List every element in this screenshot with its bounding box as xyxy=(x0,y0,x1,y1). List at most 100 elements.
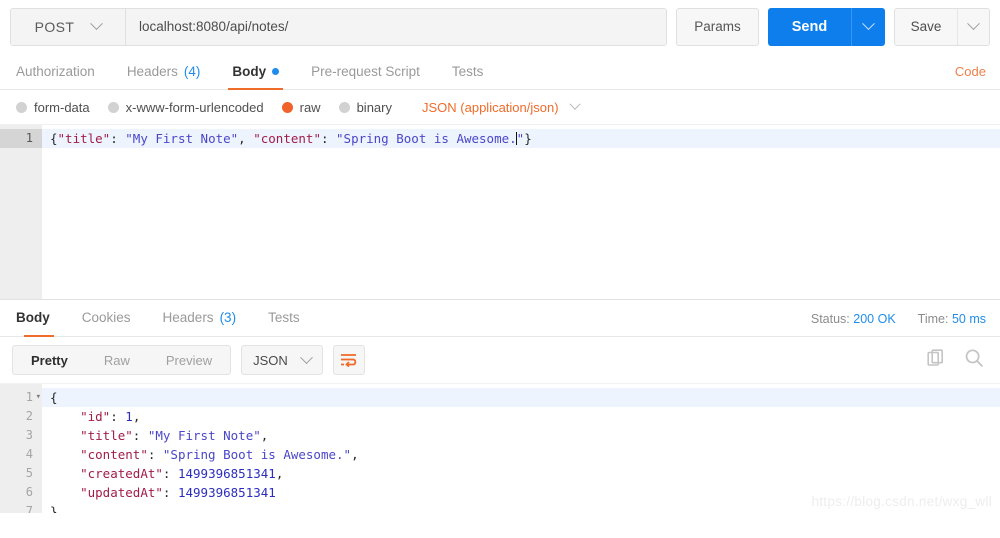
body-type-label: form-data xyxy=(34,99,90,115)
body-type-label: binary xyxy=(356,99,392,115)
request-tabs: Authorization Headers (4) Body Pre-reque… xyxy=(0,54,1000,90)
response-format-select[interactable]: JSON xyxy=(241,345,323,375)
json-number: 1 xyxy=(125,409,133,424)
search-icon[interactable] xyxy=(964,348,984,368)
params-label: Params xyxy=(694,19,741,34)
view-mode-raw[interactable]: Raw xyxy=(86,346,148,374)
body-type-binary[interactable]: binary xyxy=(337,100,404,115)
line-number: 2 xyxy=(25,409,33,423)
method-url-group: POST localhost:8080/api/notes/ xyxy=(10,7,667,46)
tab-label: Tests xyxy=(268,309,300,325)
json-string: "Spring Boot is Awesome." xyxy=(162,447,352,462)
tab-body[interactable]: Body xyxy=(216,53,295,90)
tab-pre-request-script[interactable]: Pre-request Script xyxy=(295,53,436,89)
view-mode-label: Preview xyxy=(165,352,213,368)
json-punct: { xyxy=(50,390,58,405)
content-type-select[interactable]: JSON (application/json) xyxy=(422,98,581,115)
code-link[interactable]: Code xyxy=(955,64,986,79)
url-input[interactable]: localhost:8080/api/notes/ xyxy=(126,8,666,45)
chevron-down-icon xyxy=(568,98,581,110)
json-number: 1499396851341 xyxy=(177,466,276,481)
send-button[interactable]: Send xyxy=(768,7,851,46)
tab-label: Headers xyxy=(162,309,214,325)
json-punct: : xyxy=(162,466,178,481)
code-line[interactable]: "title": "My First Note", xyxy=(42,426,1000,445)
send-options-button[interactable] xyxy=(851,7,885,46)
body-type-raw[interactable]: raw xyxy=(280,100,333,115)
body-type-form-data[interactable]: form-data xyxy=(14,100,102,115)
response-tab-headers[interactable]: Headers (3) xyxy=(147,298,253,336)
tab-label: Authorization xyxy=(16,63,95,79)
response-format-label: JSON xyxy=(253,352,288,368)
response-tab-body[interactable]: Body xyxy=(12,298,66,337)
wrap-lines-button[interactable] xyxy=(332,345,365,375)
json-punct: : xyxy=(110,131,126,146)
json-punct: : xyxy=(320,131,337,146)
params-button[interactable]: Params xyxy=(676,7,759,46)
tab-tests[interactable]: Tests xyxy=(436,53,500,89)
json-punct: , xyxy=(351,447,359,462)
json-punct: : xyxy=(132,428,148,443)
json-key: "title" xyxy=(80,428,133,443)
json-punct: : xyxy=(162,485,178,500)
tab-label: Body xyxy=(16,309,50,325)
response-tab-tests[interactable]: Tests xyxy=(252,298,316,336)
radio-icon xyxy=(107,101,119,113)
tab-label: Tests xyxy=(451,63,484,79)
body-type-urlencoded[interactable]: x-www-form-urlencoded xyxy=(106,100,276,115)
code-line[interactable]: "id": 1, xyxy=(42,407,1000,426)
request-body-editor[interactable]: 1 {"title": "My First Note", "content": … xyxy=(0,124,1000,299)
code-line[interactable]: "createdAt": 1499396851341, xyxy=(42,464,1000,483)
request-url-bar: POST localhost:8080/api/notes/ Params Se… xyxy=(0,0,1000,54)
body-type-label: raw xyxy=(299,99,321,115)
json-punct: } xyxy=(50,504,58,513)
json-punct: , xyxy=(132,409,141,424)
chevron-down-icon xyxy=(967,17,980,31)
tab-authorization[interactable]: Authorization xyxy=(12,53,111,89)
code-line[interactable]: "content": "Spring Boot is Awesome.", xyxy=(42,445,1000,464)
line-number: 4 xyxy=(25,447,33,461)
radio-icon xyxy=(338,101,350,113)
response-actions xyxy=(927,348,984,368)
radio-icon xyxy=(16,101,27,113)
response-tab-cookies[interactable]: Cookies xyxy=(66,298,147,336)
json-punct: , xyxy=(260,428,269,443)
view-mode-pretty[interactable]: Pretty xyxy=(13,346,86,374)
json-punct: , xyxy=(238,131,254,146)
save-button[interactable]: Save xyxy=(895,8,957,45)
save-options-button[interactable] xyxy=(957,8,989,45)
time-value: 50 ms xyxy=(951,312,986,326)
request-editor-code[interactable]: {"title": "My First Note", "content": "S… xyxy=(42,125,1000,299)
view-mode-preview[interactable]: Preview xyxy=(148,346,230,374)
line-number: 1 xyxy=(0,129,42,148)
line-number: 1 xyxy=(0,388,42,407)
json-key: "title" xyxy=(57,131,111,146)
tab-headers[interactable]: Headers (4) xyxy=(111,53,217,89)
json-key: "id" xyxy=(80,409,111,424)
copy-icon[interactable] xyxy=(927,348,946,368)
chevron-down-icon xyxy=(299,350,313,364)
json-punct: : xyxy=(110,409,126,424)
json-key: "content" xyxy=(80,447,148,462)
code-line[interactable]: { xyxy=(42,388,1000,407)
response-body-viewer[interactable]: 1 2 3 4 5 6 7 { "id": 1, "title": "My First No… xyxy=(0,383,1000,513)
status-value: 200 OK xyxy=(853,312,896,326)
view-mode-label: Pretty xyxy=(31,352,68,368)
chevron-down-icon xyxy=(862,17,875,31)
postman-window: POST localhost:8080/api/notes/ Params Se… xyxy=(0,0,1000,538)
code-line[interactable]: {"title": "My First Note", "content": "S… xyxy=(42,129,1000,148)
http-method-select[interactable]: POST xyxy=(11,8,126,45)
json-number: 1499396851341 xyxy=(177,485,276,500)
json-key: "createdAt" xyxy=(80,466,163,481)
json-punct: , xyxy=(275,466,284,481)
json-punct: { xyxy=(50,131,58,146)
json-punct: : xyxy=(147,447,163,462)
tab-label: Headers xyxy=(126,63,178,79)
request-editor-gutter: 1 xyxy=(0,125,42,299)
http-method-label: POST xyxy=(34,18,75,35)
body-modified-dot-icon xyxy=(272,67,280,75)
